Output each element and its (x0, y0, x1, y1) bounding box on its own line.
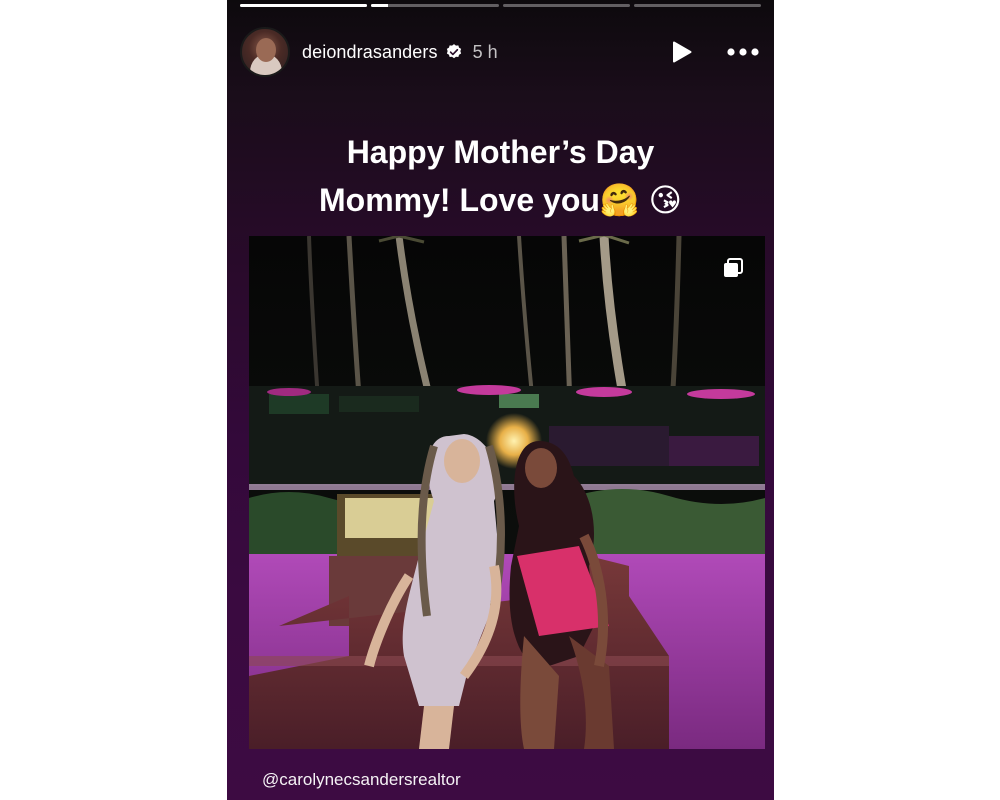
progress-segment (371, 4, 499, 7)
multiple-photos-icon (724, 258, 743, 277)
avatar[interactable] (240, 27, 290, 77)
mention-tag[interactable]: @carolynecsandersrealtor (262, 770, 461, 790)
caption-line: Happy Mother’s Day (346, 134, 655, 170)
more-options-button[interactable] (725, 39, 761, 65)
verified-badge-icon (446, 44, 461, 59)
story-viewer: deiondrasanders 5 h Happy Mother’s Day M… (227, 0, 774, 800)
story-caption: Happy Mother’s Day Mommy! Love you🤗 😘 (227, 128, 774, 224)
story-header: deiondrasanders 5 h (240, 26, 761, 78)
progress-segment (240, 4, 368, 7)
post-time: 5 h (472, 41, 498, 62)
story-photo[interactable] (249, 236, 765, 749)
story-progress-bar (240, 4, 761, 7)
photo-illustration (249, 236, 765, 749)
caption-line: Mommy! Love you🤗 😘 (318, 182, 682, 218)
progress-segment (633, 4, 761, 7)
play-button[interactable] (669, 39, 695, 65)
username-link[interactable]: deiondrasanders (302, 42, 438, 63)
progress-segment (502, 4, 630, 7)
play-icon (673, 41, 692, 63)
more-icon (727, 48, 759, 56)
